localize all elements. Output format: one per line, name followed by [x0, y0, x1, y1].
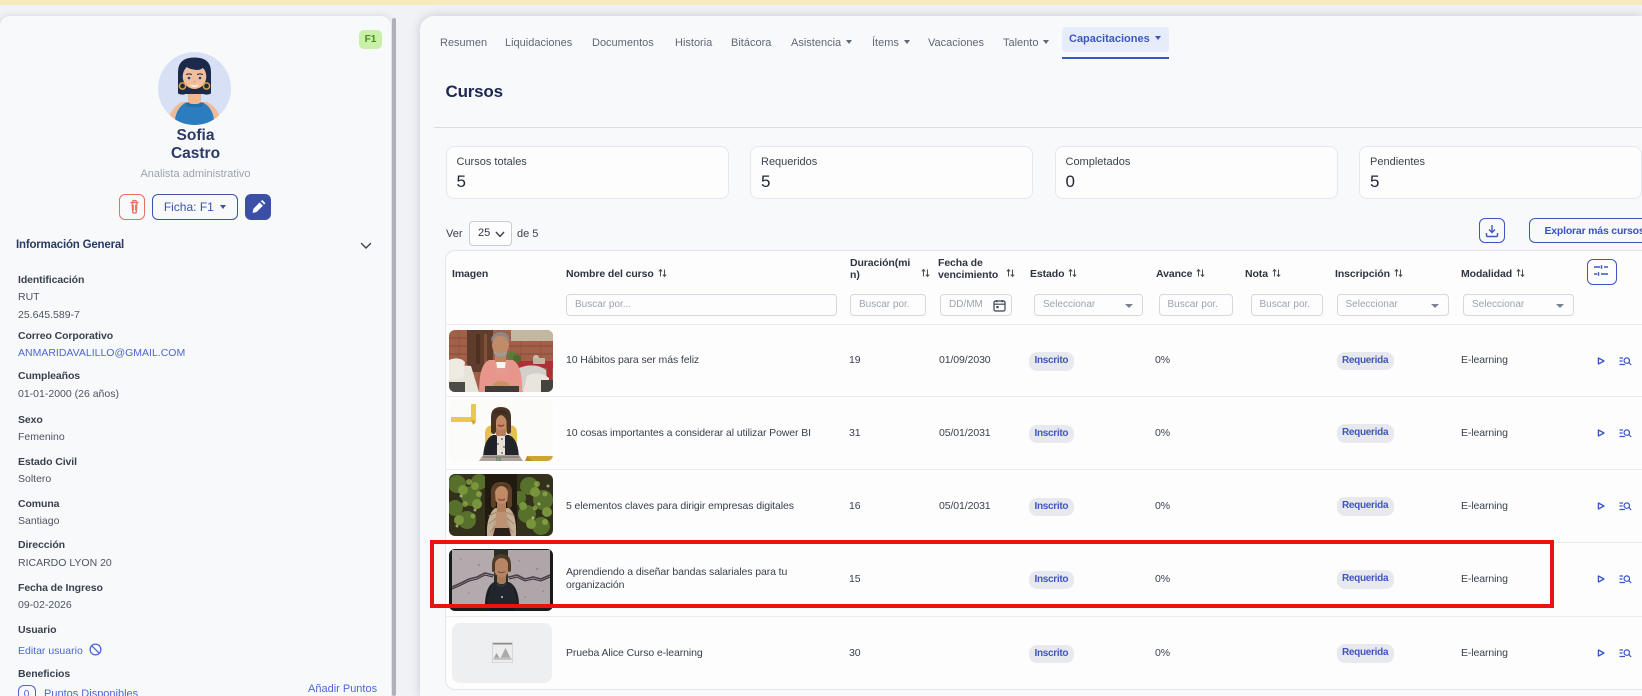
svg-text:bp: bp [496, 457, 502, 461]
